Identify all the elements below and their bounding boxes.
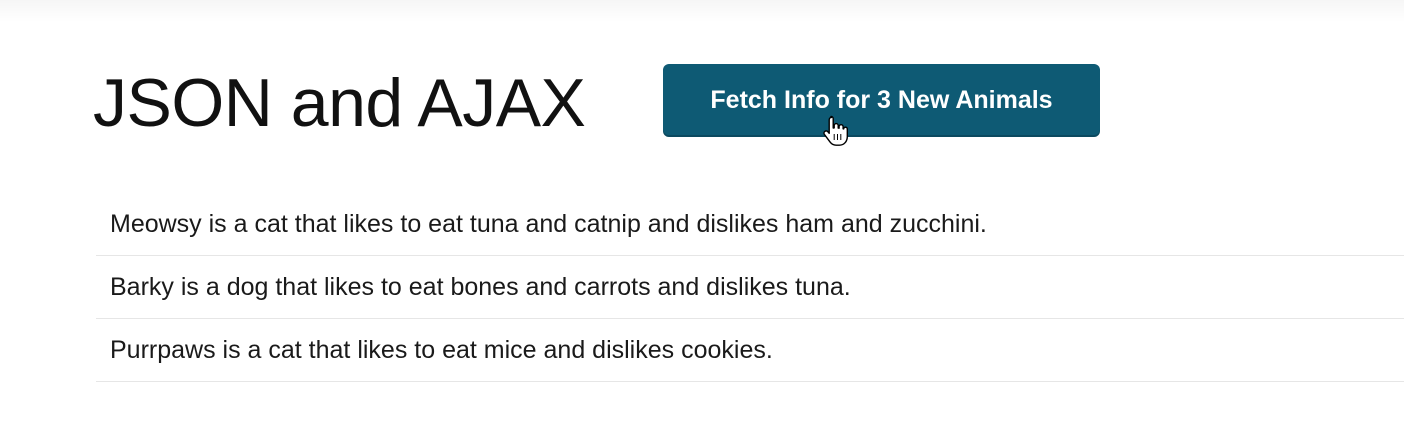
page-title: JSON and AJAX — [93, 65, 586, 141]
header-row: JSON and AJAX Fetch Info for 3 New Anima… — [93, 58, 1100, 148]
list-item: Meowsy is a cat that likes to eat tuna a… — [96, 193, 1404, 256]
fetch-animals-button[interactable]: Fetch Info for 3 New Animals — [663, 64, 1100, 137]
list-item: Purrpaws is a cat that likes to eat mice… — [96, 319, 1404, 382]
animal-list: Meowsy is a cat that likes to eat tuna a… — [96, 193, 1404, 382]
list-item: Barky is a dog that likes to eat bones a… — [96, 256, 1404, 319]
